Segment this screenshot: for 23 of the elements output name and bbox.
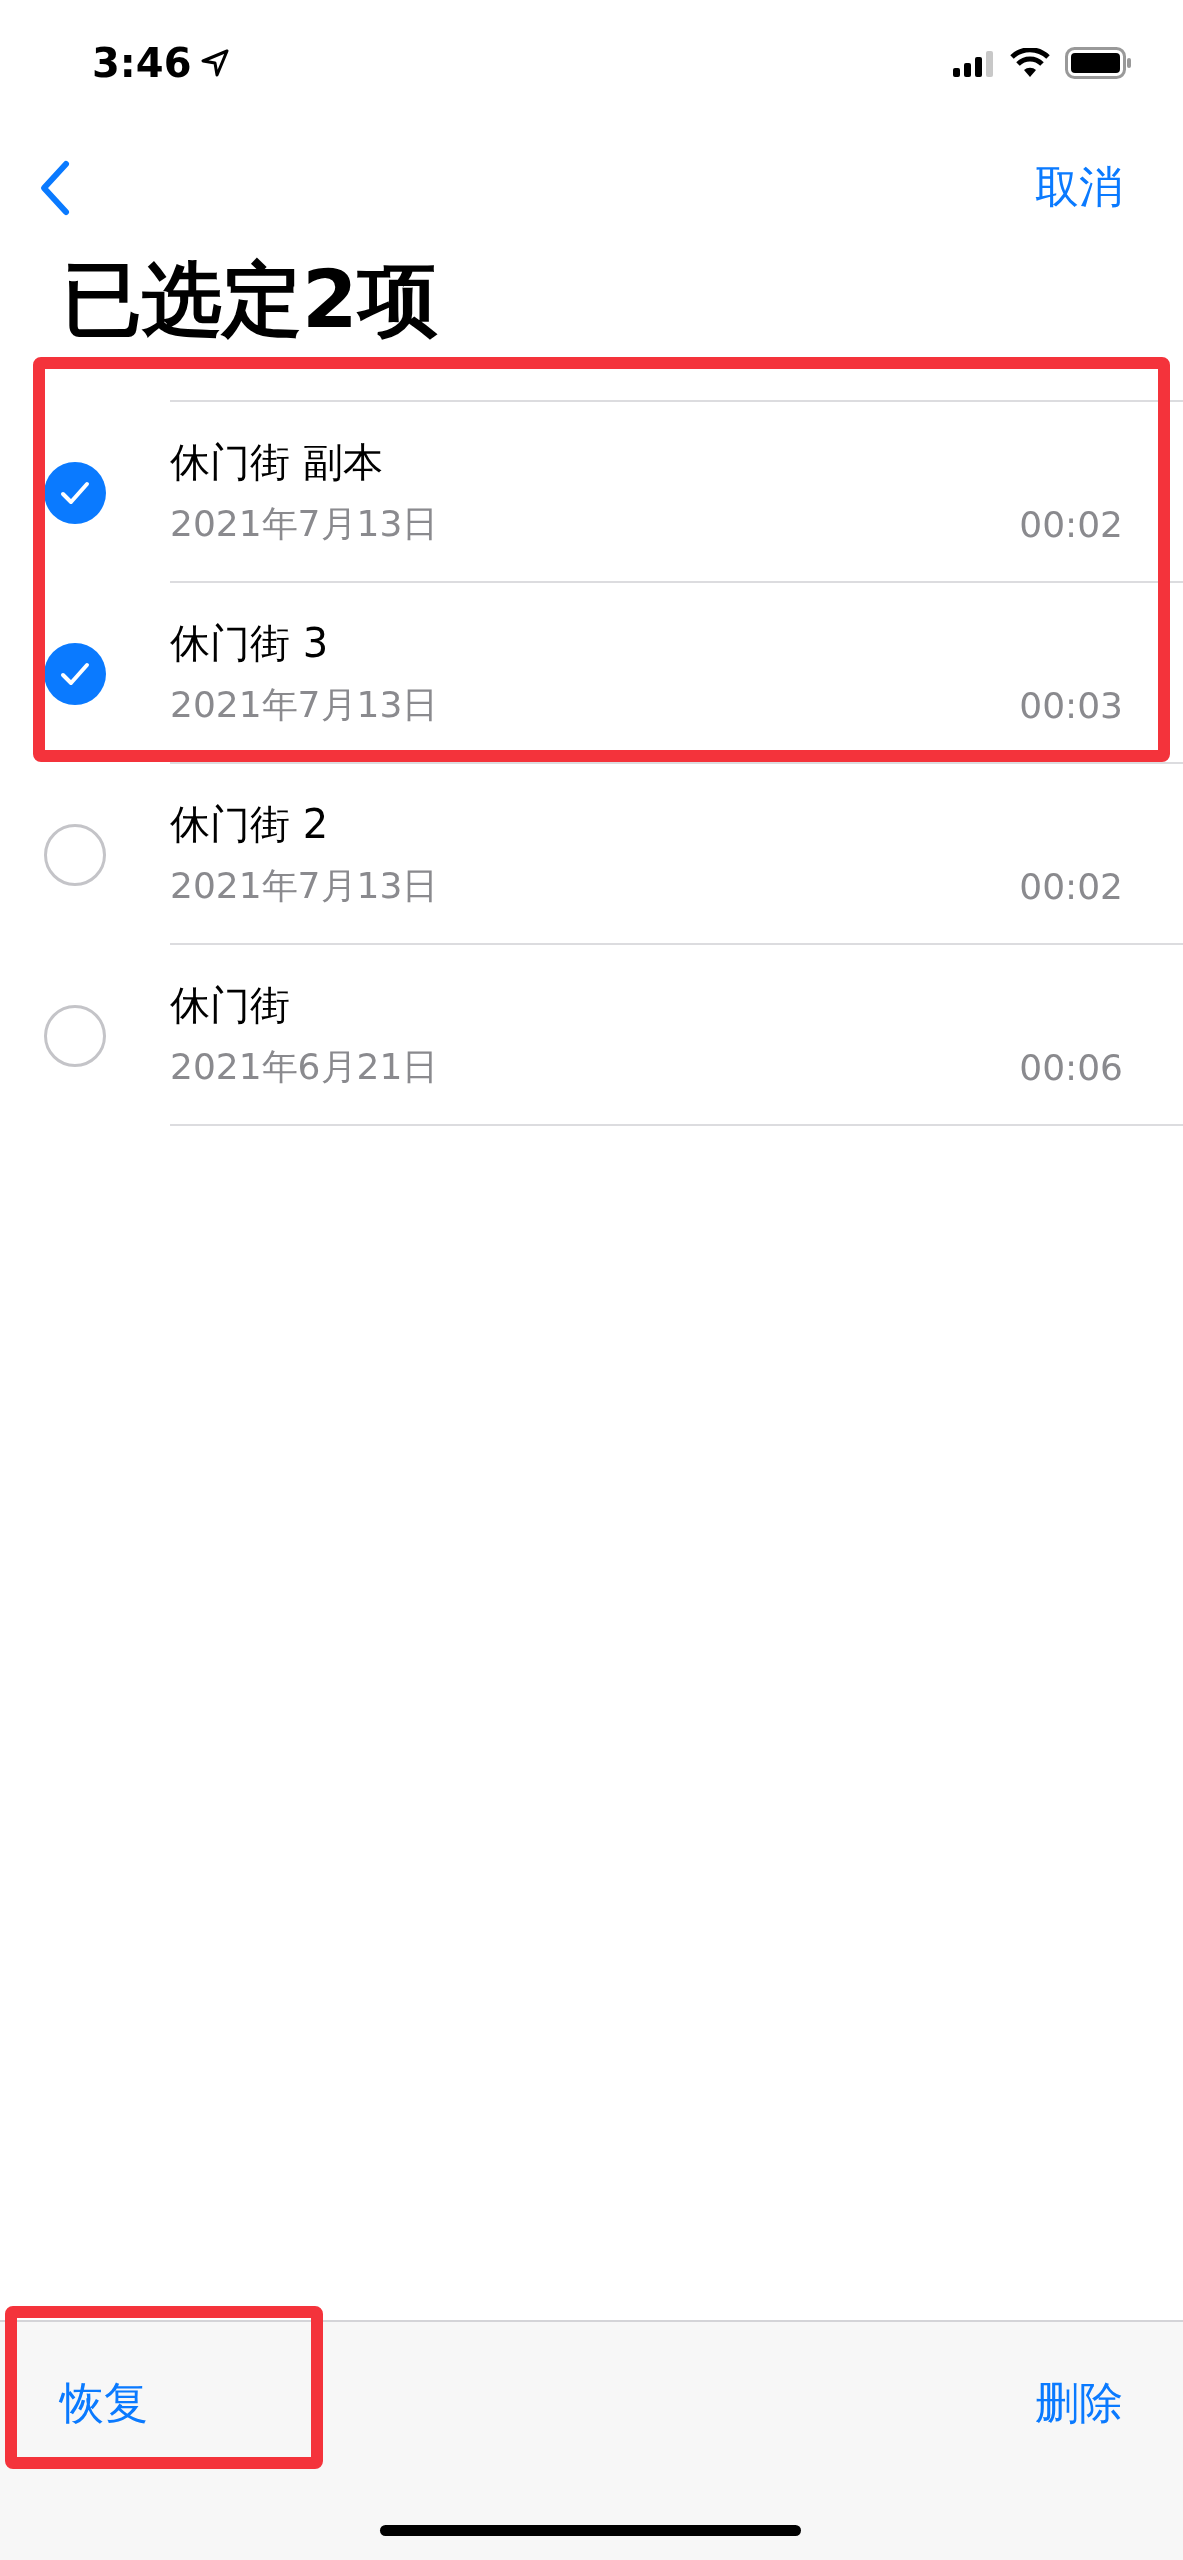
recording-date: 2021年7月13日 — [170, 501, 439, 546]
cancel-button[interactable]: 取消 — [1035, 158, 1123, 217]
recording-duration: 00:02 — [1019, 865, 1123, 907]
recording-date: 2021年7月13日 — [170, 682, 439, 727]
recording-duration: 00:06 — [1019, 1046, 1123, 1088]
checked-circle-icon[interactable] — [44, 461, 106, 524]
recording-duration: 00:02 — [1019, 503, 1123, 545]
recording-title: 休门街 3 — [170, 618, 330, 668]
recording-title: 休门街 2 — [170, 799, 330, 849]
delete-button[interactable]: 删除 — [1035, 2374, 1123, 2433]
recording-title: 休门街 副本 — [170, 437, 384, 487]
wifi-icon — [1009, 47, 1051, 78]
recording-duration: 00:03 — [1019, 684, 1123, 726]
recover-button[interactable]: 恢复 — [60, 2374, 148, 2433]
recording-date: 2021年7月13日 — [170, 863, 439, 908]
location-arrow-icon — [199, 47, 230, 78]
battery-icon — [1065, 46, 1133, 79]
checked-circle-icon[interactable] — [44, 642, 106, 705]
page-title: 已选定2项 — [61, 252, 439, 348]
recording-date: 2021年6月21日 — [170, 1044, 439, 1089]
status-time: 3:46 — [92, 39, 192, 86]
recording-title: 休门街 — [170, 980, 291, 1030]
signal-icon — [953, 48, 995, 77]
